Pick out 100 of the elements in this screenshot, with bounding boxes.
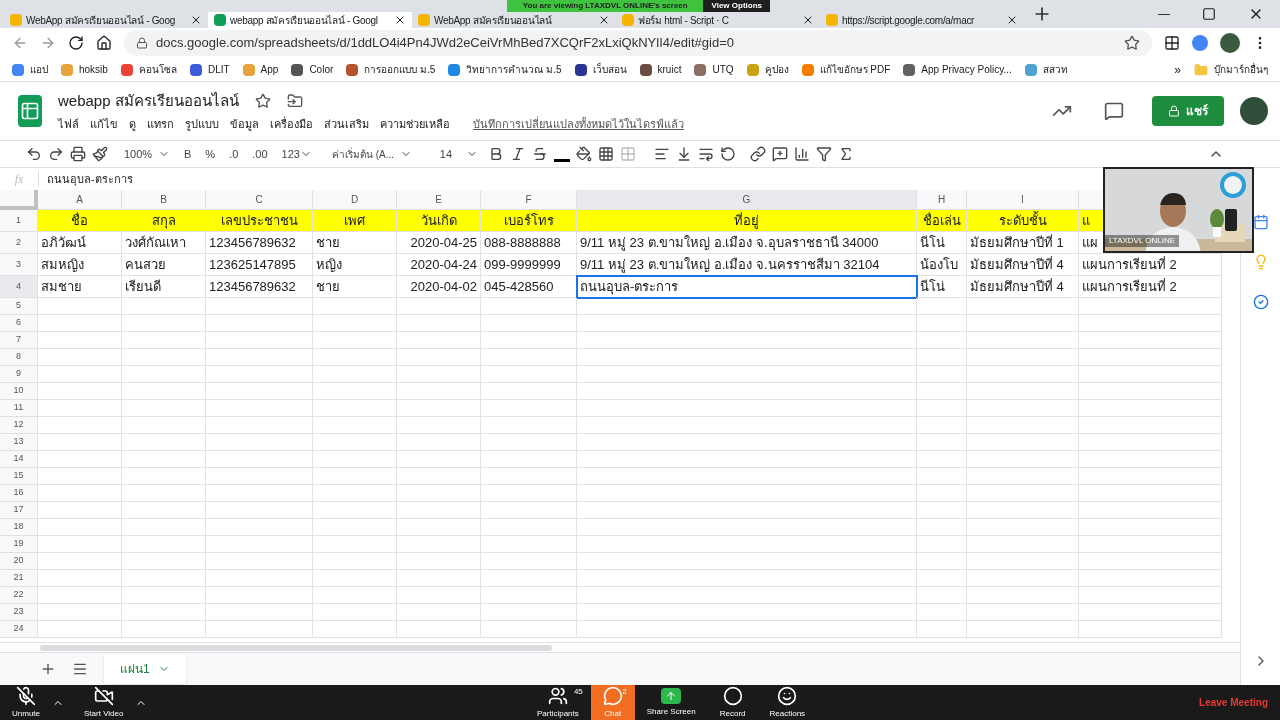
row-header[interactable]: 2 [0,232,38,254]
row-header[interactable]: 17 [0,502,38,519]
bookmark-label: เว็บสอน [592,62,627,77]
menu-item[interactable]: เครื่องมือ [270,116,313,133]
row-header[interactable]: 21 [0,570,38,587]
camera-off-icon [93,685,114,706]
meeting-control[interactable]: Share Screen [634,685,708,720]
document-title[interactable]: webapp สมัครเรียนออนไลน์ [58,89,239,112]
address-field[interactable]: docs.google.com/spreadsheets/d/1ddLO4i4Pn4JWd2eCeiVrMhBed7XCQrF2xLxiQkNYlI4/edit#gid=0 [124,30,1152,56]
font-select[interactable]: ค่าเริ่มต้น (A... [321,142,416,166]
row-header[interactable]: 24 [0,621,38,638]
increase-decimal-button[interactable]: .00 [248,142,272,166]
meeting-control[interactable]: Reactions [757,685,818,720]
browser-tab[interactable]: https://script.google.com/a/macr [820,12,1024,28]
row-header[interactable]: 22 [0,587,38,604]
empty-cell [917,604,967,621]
save-status-link[interactable]: บันทึกการเปลี่ยนแปลงทั้งหมดไว้ในไดรฟ์แล้ว [473,116,684,133]
menu-item[interactable]: ข้อมูล [230,116,259,133]
view-options-button[interactable]: View Options [703,0,770,12]
font-size-select[interactable]: 14 [421,142,482,166]
table-cell: 123456789632 [206,232,313,254]
leave-meeting-button[interactable]: Leave Meeting [1187,685,1280,720]
star-icon [254,92,271,109]
meeting-control[interactable]: Start Video [80,685,128,720]
meeting-control[interactable]: Participants 45 [525,685,591,720]
bookmark-item[interactable]: วิทยาการคำนวณ ม.5 [448,62,562,77]
decrease-decimal-button[interactable]: .0 [225,142,243,166]
menu-item[interactable]: ไฟล์ [58,116,79,133]
menu-item[interactable]: แก้ไข [90,116,118,133]
row-header[interactable]: 18 [0,519,38,536]
row-header[interactable]: 11 [0,400,38,417]
bookmark-item[interactable]: แก้ไขอักษร PDF [801,62,891,77]
bookmark-item[interactable]: App Privacy Policy... [903,62,1012,77]
browser-tab[interactable]: webapp สมัครเรียนออนไลน์ - Googl [208,12,412,28]
tasks-icon [1252,294,1269,310]
strikethrough-icon [531,146,548,162]
browser-tab[interactable]: WebApp สมัครเรียนออนไลน์ [412,12,616,28]
menu-item[interactable]: แทรก [147,116,174,133]
sheets-logo-icon [18,95,42,127]
formula-value[interactable]: ถนนอุบล-ตระการ [38,170,133,188]
reactions-icon [777,685,798,706]
bookmark-item[interactable]: การออกแบบ ม.5 [346,62,436,77]
bookmark-item[interactable]: App [242,62,279,77]
row-header[interactable]: 8 [0,349,38,366]
other-bookmarks[interactable]: บุ๊กมาร์กอื่นๆ [1194,62,1268,77]
row-header[interactable]: 14 [0,451,38,468]
browser-tab[interactable]: WebApp สมัครเรียนออนไลน์ - Goog [4,12,208,28]
row-header[interactable]: 6 [0,315,38,332]
row-header[interactable]: 15 [0,468,38,485]
bookmark-item[interactable]: UTQ [694,62,734,77]
empty-cell [917,621,967,638]
more-bookmarks-button[interactable]: » [1174,60,1181,79]
bookmark-item[interactable]: เว็บสอน [574,62,627,77]
row-header[interactable]: 3 [0,254,38,276]
row-header[interactable]: 7 [0,332,38,349]
empty-cell [917,536,967,553]
lock-icon [136,37,148,49]
bookmark-item[interactable]: kruict [639,62,682,77]
menu-item[interactable]: ส่วนเสริม [324,116,369,133]
row-header[interactable]: 9 [0,366,38,383]
bookmark-item[interactable]: คอนโซล [120,62,177,77]
bookmark-item[interactable]: แอป [12,62,48,77]
more-formats-select[interactable]: 123 [277,142,316,166]
row-header[interactable]: 16 [0,485,38,502]
empty-cell [917,519,967,536]
percent-button[interactable]: % [201,142,220,166]
row-header[interactable]: 5 [0,298,38,315]
print-icon [70,146,86,162]
bookmark-item[interactable]: hoksib [61,62,108,77]
redo-icon [48,146,64,162]
row-header[interactable]: 10 [0,383,38,400]
meeting-control[interactable]: Record [707,685,758,720]
row-header[interactable]: 4 [0,276,38,298]
select-all-corner[interactable] [0,190,38,210]
fill-color-icon [575,146,592,162]
row-header[interactable]: 23 [0,604,38,621]
meeting-control[interactable]: Unmute [8,685,44,720]
browser-tab[interactable]: ฟอร์ม html - Script · C [616,12,820,28]
sheet-tab[interactable]: แผ่น1 [104,654,186,684]
back-icon [12,35,28,51]
zoom-select[interactable]: 100% [114,142,174,166]
menu-item[interactable]: ดู [129,116,136,133]
row-header[interactable]: 20 [0,553,38,570]
row-header[interactable]: 12 [0,417,38,434]
menu-item[interactable]: รูปแบบ [185,116,219,133]
row-header[interactable]: 1 [0,210,38,232]
tab-title: WebApp สมัครเรียนออนไลน์ - Goog [26,13,176,28]
empty-cell [917,349,967,366]
bookmark-item[interactable]: DLIT [189,62,230,77]
column-header[interactable]: G [577,190,917,210]
bookmark-item[interactable]: สสวท [1024,62,1068,77]
account-avatar [1240,97,1268,125]
menu-item[interactable]: ความช่วยเหลือ [380,116,450,133]
row-header[interactable]: 19 [0,536,38,553]
row-header[interactable]: 13 [0,434,38,451]
share-button[interactable]: แชร์ [1152,96,1224,126]
bold-button[interactable]: B [180,142,196,166]
bookmark-item[interactable]: Color [291,62,334,77]
empty-cell [917,400,967,417]
bookmark-item[interactable]: คูปอง [746,62,789,77]
